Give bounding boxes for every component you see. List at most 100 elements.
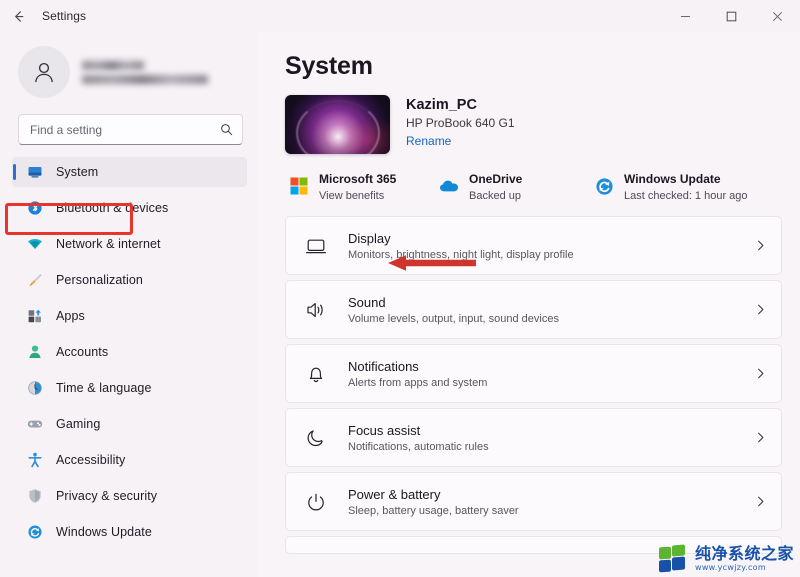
speaker-icon (304, 298, 328, 322)
sidebar-item-gaming[interactable]: Gaming (12, 409, 247, 439)
sidebar-item-label: Apps (56, 309, 85, 323)
watermark-text: 纯净系统之家 www.ycwjzy.com (694, 543, 794, 573)
sidebar-item-network-internet[interactable]: Network & internet (12, 229, 247, 259)
settings-card-subtitle: Notifications, automatic rules (348, 440, 489, 453)
search-icon (220, 123, 233, 136)
sidebar-item-label: System (56, 165, 99, 179)
rename-link[interactable]: Rename (406, 134, 515, 148)
quick-link-title: Microsoft 365 (319, 172, 397, 186)
account-text (82, 60, 208, 84)
sidebar: System Bluetooth & devices (0, 32, 257, 577)
window-body: System Bluetooth & devices (0, 32, 800, 577)
settings-cards: Display Monitors, brightness, night ligh… (285, 216, 782, 554)
search-box[interactable] (18, 114, 243, 145)
settings-card-title: Focus assist (348, 422, 421, 438)
quick-link-windows-update[interactable]: Windows Update Last checked: 1 hour ago (594, 170, 748, 202)
sidebar-item-apps[interactable]: Apps (12, 301, 247, 331)
quick-link-text: Windows Update Last checked: 1 hour ago (624, 170, 748, 202)
search-input[interactable] (30, 122, 220, 137)
sidebar-item-accessibility[interactable]: Accessibility (12, 445, 247, 475)
main-content: System Kazim_PC HP ProBook 640 G1 Rename (257, 32, 800, 577)
chevron-right-icon (754, 303, 767, 316)
maximize-button[interactable] (708, 0, 754, 32)
sidebar-item-label: Windows Update (56, 525, 152, 539)
settings-card-title: Notifications (348, 358, 419, 374)
settings-card-notifications[interactable]: Notifications Alerts from apps and syste… (285, 344, 782, 403)
settings-card-display[interactable]: Display Monitors, brightness, night ligh… (285, 216, 782, 275)
minimize-icon (680, 15, 690, 17)
sidebar-item-label: Network & internet (56, 237, 161, 251)
sidebar-item-personalization[interactable]: Personalization (12, 265, 247, 295)
quick-link-text: Microsoft 365 View benefits (319, 170, 396, 202)
quick-link-title: Windows Update (624, 172, 721, 186)
sidebar-item-time-language[interactable]: Time & language (12, 373, 247, 403)
gamepad-icon (26, 416, 43, 433)
page-title: System (285, 52, 373, 80)
accounts-person-icon (26, 344, 43, 361)
watermark: 纯净系统之家 www.ycwjzy.com (658, 543, 794, 573)
settings-card-text: Display Monitors, brightness, night ligh… (348, 231, 734, 261)
quick-link-title: OneDrive (469, 172, 523, 186)
account-card[interactable] (12, 32, 247, 114)
quick-link-onedrive[interactable]: OneDrive Backed up (439, 170, 594, 202)
device-name: Kazim_PC (406, 97, 477, 113)
onedrive-cloud-icon (439, 176, 459, 196)
microsoft-logo-icon (289, 176, 309, 196)
account-email-blurred (82, 74, 208, 84)
accessibility-person-icon (26, 452, 43, 469)
back-button[interactable] (0, 0, 36, 32)
window-title: Settings (42, 9, 87, 23)
account-name-blurred (82, 60, 144, 70)
device-info: Kazim_PC HP ProBook 640 G1 Rename (406, 95, 515, 148)
wifi-icon (26, 236, 43, 253)
power-icon (304, 490, 328, 514)
settings-card-text: Sound Volume levels, output, input, soun… (348, 295, 734, 325)
close-icon (772, 11, 782, 21)
chevron-right-icon (754, 431, 767, 444)
device-summary: Kazim_PC HP ProBook 640 G1 Rename (285, 95, 782, 158)
clock-globe-icon (26, 380, 43, 397)
chevron-right-icon (754, 367, 767, 380)
sidebar-item-label: Accounts (56, 345, 109, 359)
monitor-icon (304, 234, 328, 258)
settings-card-text: Focus assist Notifications, automatic ru… (348, 423, 734, 453)
quick-link-text: OneDrive Backed up (469, 170, 522, 202)
settings-card-text: Notifications Alerts from apps and syste… (348, 359, 734, 389)
sidebar-item-windows-update[interactable]: Windows Update (12, 517, 247, 547)
quick-link-microsoft-365[interactable]: Microsoft 365 View benefits (289, 170, 439, 202)
paintbrush-icon (26, 272, 43, 289)
settings-card-power-battery[interactable]: Power & battery Sleep, battery usage, ba… (285, 472, 782, 531)
system-monitor-icon (26, 164, 43, 181)
sidebar-item-label: Personalization (56, 273, 143, 287)
bell-icon (304, 362, 328, 386)
windows-bloom-wallpaper-thumbnail (285, 95, 390, 154)
quick-link-subtitle: Backed up (469, 190, 521, 202)
bluetooth-icon (26, 200, 43, 217)
update-refresh-icon (594, 176, 614, 196)
device-model: HP ProBook 640 G1 (406, 116, 515, 130)
settings-card-text: Power & battery Sleep, battery usage, ba… (348, 487, 734, 517)
watermark-url: www.ycwjzy.com (694, 563, 766, 573)
settings-card-sound[interactable]: Sound Volume levels, output, input, soun… (285, 280, 782, 339)
sidebar-item-label: Time & language (56, 381, 152, 395)
watermark-title: 纯净系统之家 (694, 543, 794, 563)
avatar (18, 46, 70, 98)
sidebar-nav: System Bluetooth & devices Network & int… (12, 157, 247, 547)
chevron-right-icon (754, 495, 767, 508)
quick-link-subtitle: Last checked: 1 hour ago (624, 190, 748, 202)
title-bar: Settings (0, 0, 800, 32)
close-button[interactable] (754, 0, 800, 32)
sidebar-item-bluetooth-devices[interactable]: Bluetooth & devices (12, 193, 247, 223)
sidebar-item-accounts[interactable]: Accounts (12, 337, 247, 367)
settings-card-title: Sound (348, 294, 386, 310)
settings-card-subtitle: Alerts from apps and system (348, 376, 488, 389)
settings-window: Settings Find a setting System Bluetooth… (0, 0, 800, 577)
settings-card-focus-assist[interactable]: Focus assist Notifications, automatic ru… (285, 408, 782, 467)
sidebar-item-system[interactable]: System (12, 157, 247, 187)
minimize-button[interactable] (662, 0, 708, 32)
sidebar-item-privacy-security[interactable]: Privacy & security (12, 481, 247, 511)
chevron-right-icon (754, 239, 767, 252)
update-refresh-icon (26, 524, 43, 541)
settings-card-title: Display (348, 230, 391, 246)
settings-card-title: Power & battery (348, 486, 441, 502)
